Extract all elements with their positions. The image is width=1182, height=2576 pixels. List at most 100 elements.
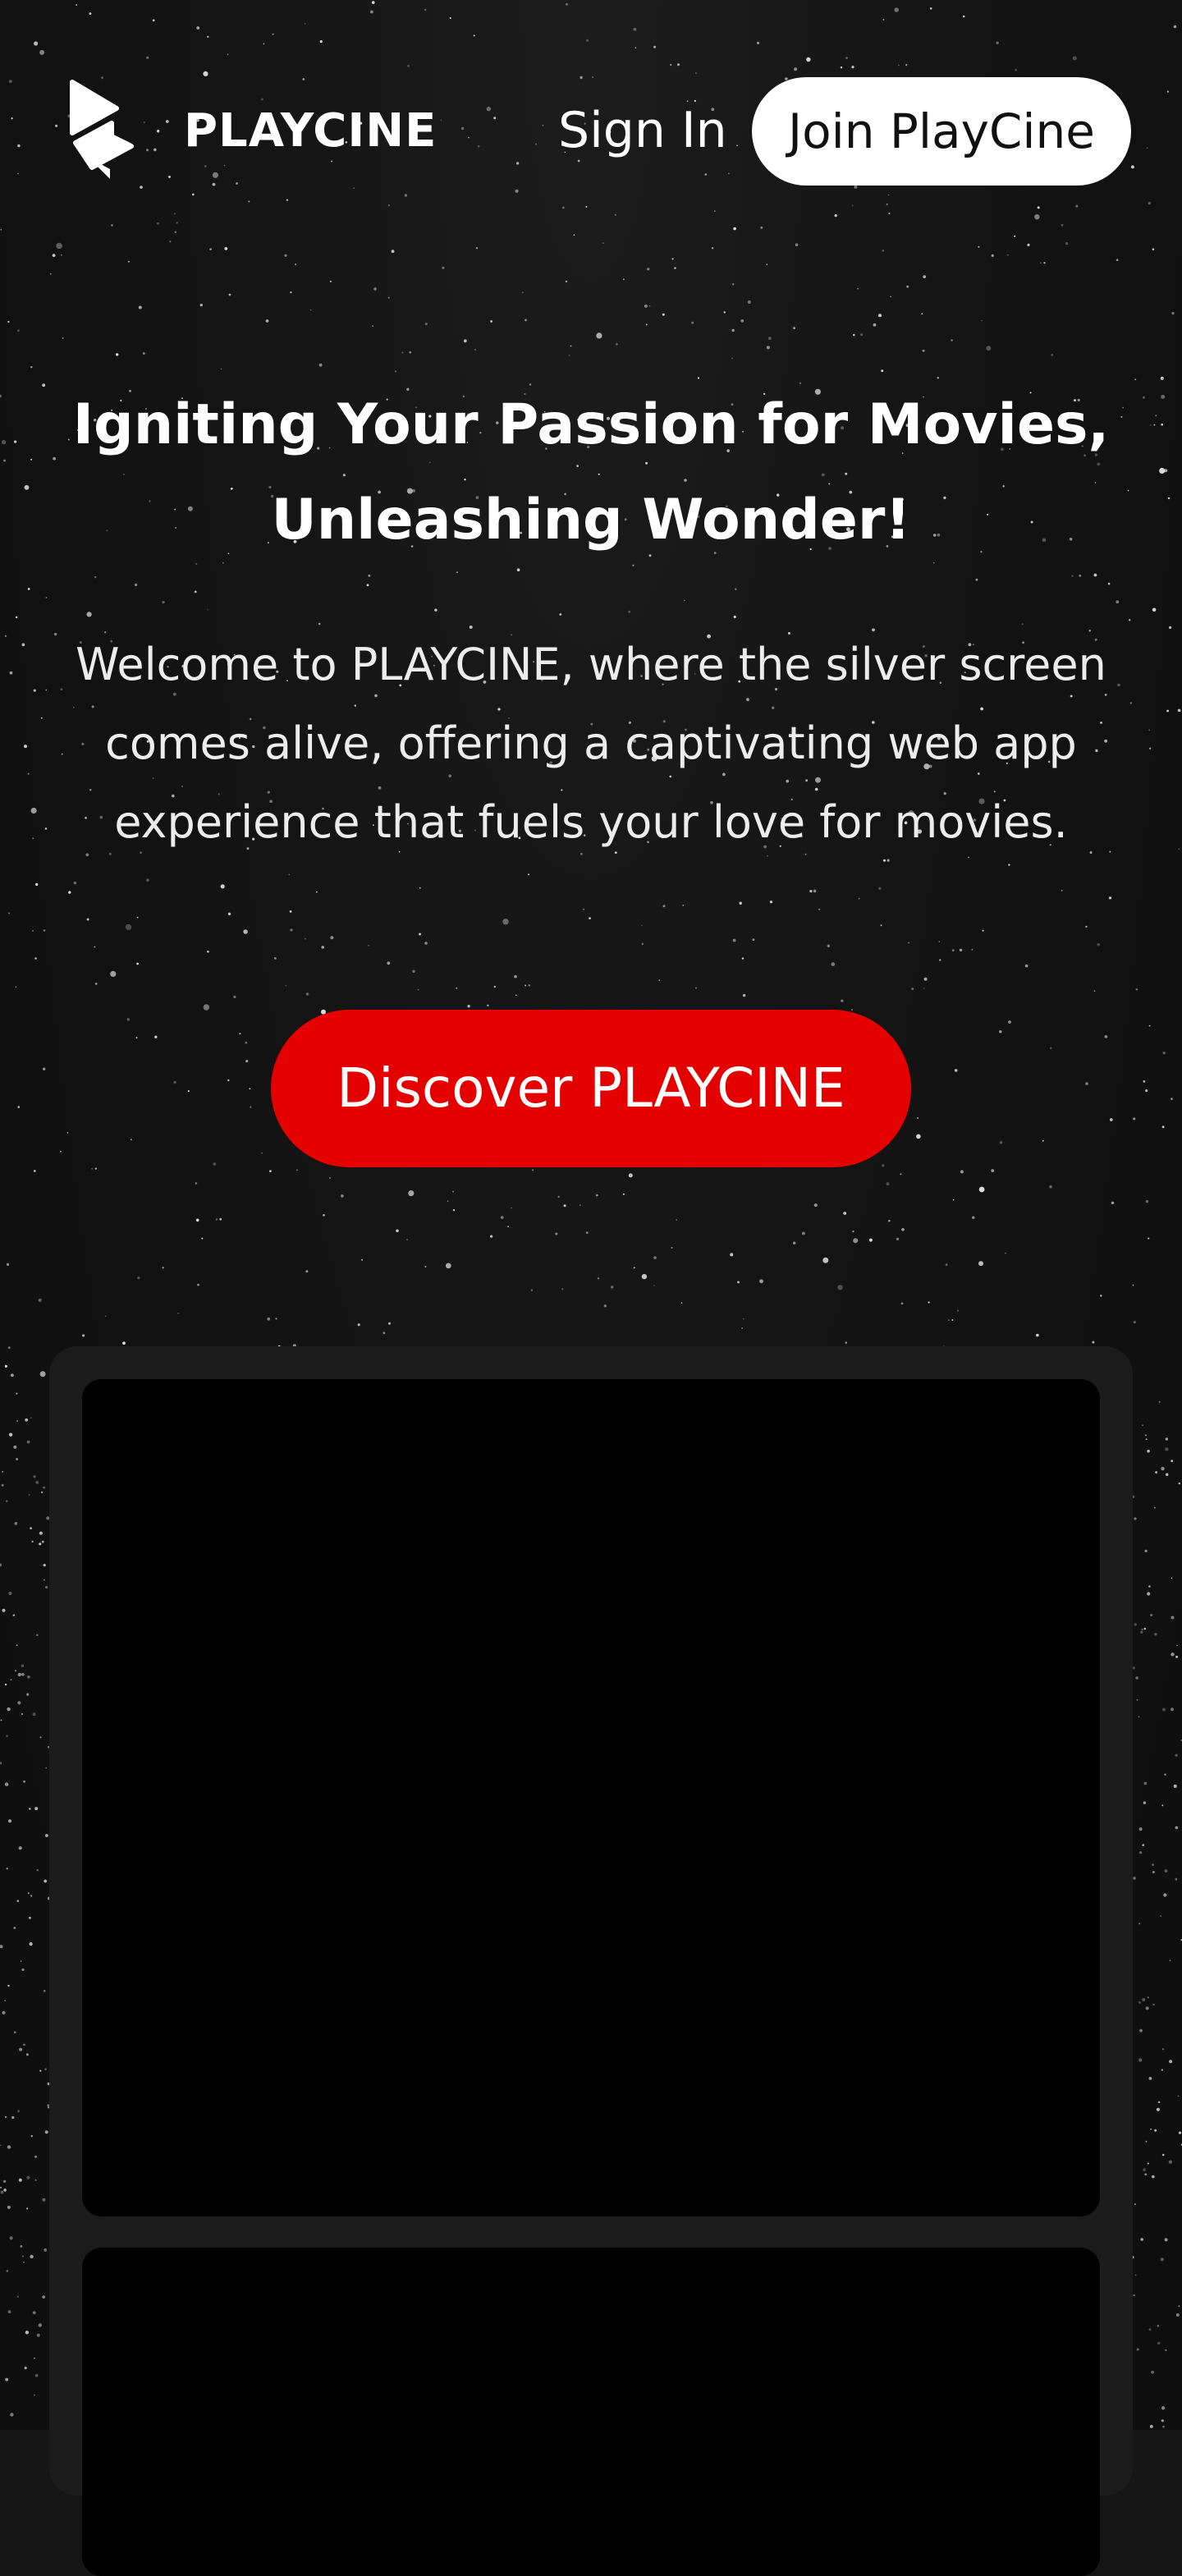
star: [1171, 312, 1175, 315]
star: [467, 1005, 470, 1008]
star: [982, 929, 984, 932]
star: [12, 1614, 15, 1616]
star: [25, 2207, 29, 2210]
star: [557, 1195, 560, 1199]
star: [568, 354, 570, 356]
star: [419, 887, 421, 889]
star: [32, 930, 34, 932]
star: [33, 1170, 36, 1172]
star: [154, 1035, 158, 1038]
star: [841, 999, 844, 1002]
star: [40, 717, 43, 719]
star: [1148, 2328, 1152, 2331]
star: [27, 1892, 30, 1895]
star: [890, 296, 891, 298]
star: [684, 599, 685, 602]
star: [747, 300, 751, 304]
star: [1175, 1877, 1178, 1881]
star: [36, 1634, 39, 1637]
star: [917, 1117, 919, 1119]
star: [38, 2323, 42, 2327]
star: [142, 352, 145, 355]
star: [14, 2031, 16, 2033]
discover-button[interactable]: Discover PLAYCINE: [271, 1010, 911, 1167]
star: [939, 959, 941, 961]
star: [662, 313, 665, 316]
star: [1134, 378, 1137, 381]
star: [737, 1281, 740, 1284]
star: [21, 643, 25, 647]
star: [1151, 2370, 1154, 2374]
star: [641, 1273, 648, 1280]
star: [1171, 1707, 1174, 1712]
star: [11, 1373, 14, 1377]
star: [530, 1289, 534, 1291]
star: [1050, 1047, 1052, 1050]
star: [900, 1173, 902, 1176]
star: [1143, 2168, 1146, 2171]
star: [851, 1009, 853, 1011]
star: [187, 1090, 190, 1093]
star: [274, 957, 277, 960]
star: [17, 1701, 21, 1705]
star: [321, 946, 325, 949]
star: [1143, 1781, 1148, 1785]
star: [0, 1945, 3, 1949]
star: [886, 1182, 890, 1186]
star: [860, 333, 864, 337]
star: [44, 2068, 47, 2070]
star: [633, 1267, 635, 1269]
star: [1143, 1080, 1146, 1083]
star: [616, 342, 618, 346]
star: [17, 329, 20, 332]
star: [981, 319, 983, 322]
star: [424, 1266, 427, 1267]
star: [1160, 376, 1164, 380]
star: [23, 1780, 25, 1783]
showcase-media-1[interactable]: [82, 1379, 1100, 2216]
star: [1145, 1199, 1149, 1203]
star: [1160, 2257, 1164, 2262]
star: [1161, 2153, 1165, 2157]
star: [328, 1176, 332, 1180]
star: [213, 1162, 216, 1166]
star: [1162, 2425, 1165, 2428]
star: [138, 305, 142, 309]
join-button[interactable]: Join PlayCine: [752, 77, 1131, 186]
star: [793, 327, 796, 330]
star: [32, 1712, 36, 1717]
sign-in-link[interactable]: Sign In: [558, 102, 727, 159]
star: [17, 1106, 21, 1108]
star: [16, 1458, 19, 1460]
brand-logo-link[interactable]: [67, 79, 136, 182]
star: [239, 1033, 241, 1035]
star: [1154, 1633, 1157, 1636]
star: [32, 837, 34, 840]
star: [528, 984, 530, 987]
star: [923, 977, 928, 981]
star: [951, 339, 953, 341]
star: [452, 1208, 456, 1212]
star: [1154, 1506, 1156, 1509]
star: [68, 891, 71, 894]
star: [11, 2115, 15, 2120]
star: [906, 285, 909, 288]
star: [383, 1332, 386, 1335]
star: [972, 1216, 975, 1219]
star: [1134, 1623, 1137, 1626]
star: [1178, 1482, 1181, 1485]
showcase-media-2[interactable]: [82, 2248, 1100, 2576]
star: [1161, 2048, 1165, 2051]
star: [2, 1608, 6, 1612]
star: [1165, 1437, 1169, 1441]
star: [923, 275, 927, 278]
star: [7, 2145, 11, 2149]
star: [908, 942, 909, 944]
star: [412, 969, 415, 974]
star: [585, 1231, 589, 1234]
star: [245, 1060, 249, 1063]
star: [1143, 1627, 1147, 1630]
star: [732, 283, 735, 286]
star: [318, 363, 323, 367]
star: [1173, 1784, 1177, 1788]
